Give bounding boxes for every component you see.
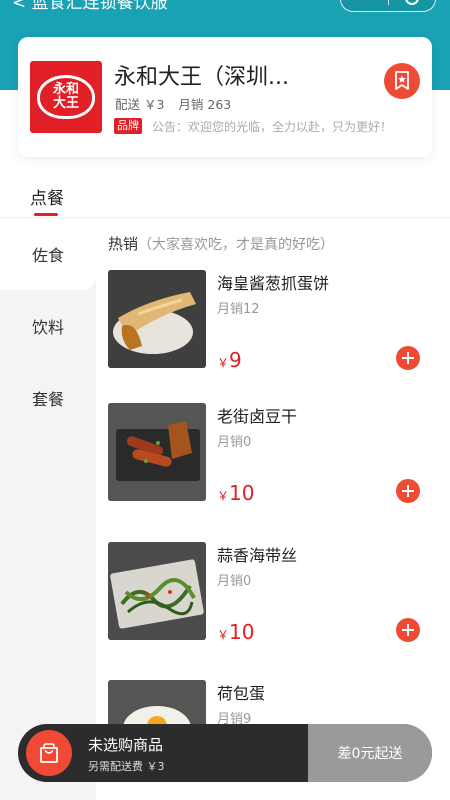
product-image[interactable] xyxy=(108,270,206,368)
product-sales: 月销0 xyxy=(217,435,252,450)
section-title: 热销（大家喜欢吃，才是真的好吃） xyxy=(108,233,334,254)
store-card: 永和 大王 永和大王（深圳... 配送 ￥3 月销 263 品牌 公告：欢迎您的… xyxy=(18,37,432,157)
price-value: 10 xyxy=(229,481,255,505)
cart-empty-text: 未选购商品 xyxy=(88,736,164,754)
store-logo: 永和 大王 xyxy=(30,61,102,133)
mini-program-capsule[interactable] xyxy=(340,0,436,12)
capsule-divider xyxy=(388,0,389,5)
delivery-fee: 配送 ￥3 xyxy=(115,97,165,112)
price-value: 9 xyxy=(229,348,242,372)
product-sales: 月销12 xyxy=(217,302,260,317)
cart-bar[interactable]: 未选购商品 另需配送费 ￥3 差0元起送 xyxy=(18,724,432,782)
section-title-sub: （大家喜欢吃，才是真的好吃） xyxy=(138,237,335,253)
bookmark-star-icon xyxy=(395,71,409,90)
monthly-sales: 月销 263 xyxy=(178,97,232,112)
product-price: ￥10 xyxy=(217,620,254,644)
product-name: 海皇酱葱抓蛋饼 xyxy=(217,274,330,293)
product-price: ￥9 xyxy=(217,348,242,372)
price-currency: ￥ xyxy=(217,628,230,642)
product-image[interactable] xyxy=(108,403,206,501)
close-circle-icon[interactable] xyxy=(405,0,419,5)
store-meta: 配送 ￥3 月销 263 xyxy=(115,94,231,113)
shopping-bag-icon xyxy=(40,743,58,763)
product-item[interactable]: 老街卤豆干 月销0 ￥10 xyxy=(108,403,438,505)
cart-delivery-fee: 另需配送费 ￥3 xyxy=(88,760,165,773)
product-name: 荷包蛋 xyxy=(217,684,266,703)
price-currency: ￥ xyxy=(217,356,230,370)
product-price: ￥10 xyxy=(217,481,254,505)
product-item[interactable]: 海皇酱葱抓蛋饼 月销12 ￥9 xyxy=(108,270,438,372)
brand-badge: 品牌 xyxy=(114,118,142,134)
header-title[interactable]: < 蓝食汇连锁餐饮服 xyxy=(12,0,168,13)
price-value: 10 xyxy=(229,620,255,644)
add-to-cart-button[interactable] xyxy=(396,618,420,642)
store-name: 永和大王（深圳... xyxy=(114,65,289,90)
store-notice: 公告：欢迎您的光临，全力以赴，只为更好！ xyxy=(152,120,393,134)
category-item-combos[interactable]: 套餐 xyxy=(0,362,96,434)
price-currency: ￥ xyxy=(217,489,230,503)
checkout-button[interactable]: 差0元起送 xyxy=(308,724,432,782)
product-item[interactable]: 蒜香海带丝 月销0 ￥10 xyxy=(108,542,438,644)
logo-text-top: 永和 xyxy=(52,82,79,97)
tab-active-indicator xyxy=(34,213,58,216)
add-to-cart-button[interactable] xyxy=(396,479,420,503)
category-sidebar: 佐食 饮料 套餐 xyxy=(0,218,96,800)
add-to-cart-button[interactable] xyxy=(396,346,420,370)
product-image[interactable] xyxy=(108,542,206,640)
product-name: 老街卤豆干 xyxy=(217,407,298,426)
product-sales: 月销0 xyxy=(217,574,252,589)
favorite-button[interactable] xyxy=(384,63,420,99)
tab-bar: 点餐 xyxy=(0,178,450,218)
tab-order[interactable]: 点餐 xyxy=(30,184,64,209)
category-item-drinks[interactable]: 饮料 xyxy=(0,290,96,362)
product-name: 蒜香海带丝 xyxy=(217,546,298,565)
logo-text-bottom: 大王 xyxy=(52,96,79,111)
category-item-side-dishes[interactable]: 佐食 xyxy=(0,218,96,290)
cart-button[interactable] xyxy=(26,730,72,776)
section-title-main: 热销 xyxy=(108,235,139,253)
